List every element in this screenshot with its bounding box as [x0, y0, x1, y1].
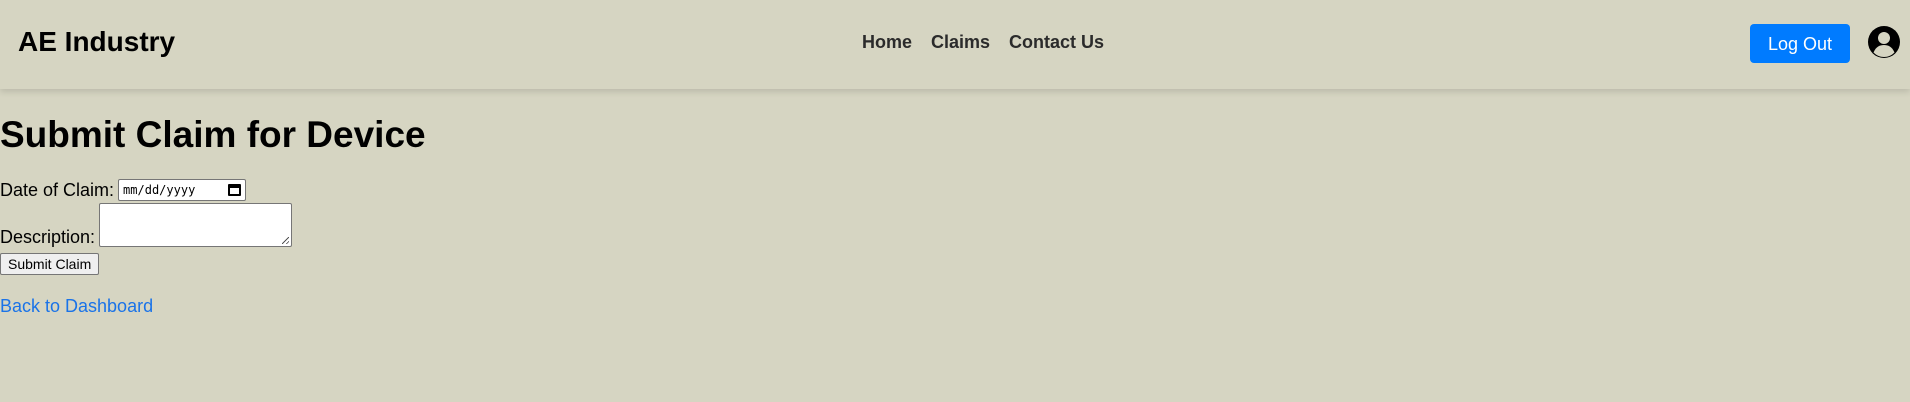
- date-placeholder: mm/dd/yyyy: [123, 183, 196, 197]
- nav-links: Home Claims Contact Us: [862, 32, 1104, 53]
- description-textarea[interactable]: [99, 203, 293, 247]
- brand-title: AE Industry: [18, 26, 176, 57]
- calendar-icon[interactable]: [228, 184, 242, 196]
- user-circle-icon[interactable]: [1867, 25, 1901, 59]
- top-navbar: AE Industry Home Claims Contact Us Log O…: [0, 0, 1910, 89]
- description-row: Description:: [0, 203, 293, 247]
- description-label: Description:: [0, 227, 96, 247]
- logout-button[interactable]: Log Out: [1750, 24, 1850, 63]
- resize-handle-icon[interactable]: [282, 237, 290, 244]
- nav-home-link[interactable]: Home: [862, 32, 912, 53]
- date-of-claim-input[interactable]: mm/dd/yyyy: [118, 179, 247, 201]
- submit-claim-button[interactable]: Submit Claim: [0, 253, 100, 275]
- page-title: Submit Claim for Device: [0, 114, 426, 155]
- nav-contact-link[interactable]: Contact Us: [1009, 32, 1104, 53]
- date-label: Date of Claim:: [0, 179, 115, 200]
- date-row: Date of Claim: mm/dd/yyyy: [0, 179, 247, 201]
- nav-claims-link[interactable]: Claims: [931, 32, 990, 53]
- back-to-dashboard-link[interactable]: Back to Dashboard: [0, 296, 153, 317]
